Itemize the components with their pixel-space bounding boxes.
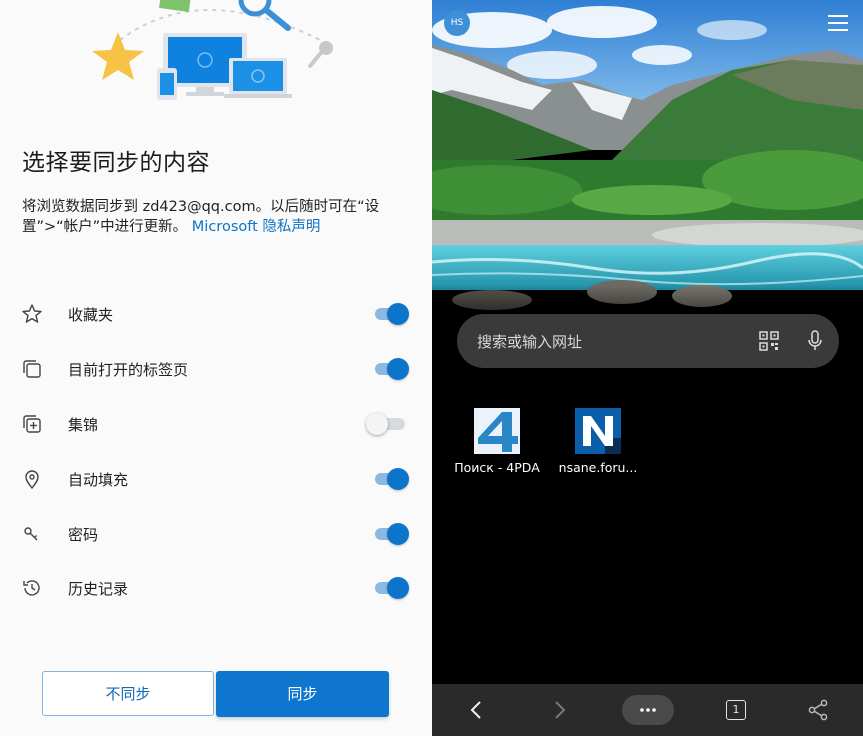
sync-option-passwords[interactable]: 密码 — [0, 514, 432, 554]
background-landscape-image — [432, 0, 863, 340]
favorites-toggle[interactable] — [373, 303, 409, 325]
tabs-icon — [23, 360, 41, 378]
more-icon — [640, 708, 656, 712]
sync-option-label: 收藏夹 — [68, 306, 114, 324]
star-outline-icon — [22, 304, 42, 323]
top-site-name: Поиск - 4PDA — [454, 460, 540, 475]
search-bar[interactable]: 搜索或输入网址 — [457, 314, 839, 368]
collections-toggle[interactable] — [366, 413, 409, 435]
top-site-tile[interactable]: Поиск - 4PDA — [442, 408, 552, 478]
sync-option-label: 集锦 — [68, 416, 99, 434]
autofill-toggle[interactable] — [373, 468, 409, 490]
more-button[interactable] — [622, 695, 674, 725]
tab-count-button[interactable]: 1 — [726, 700, 746, 720]
forward-icon[interactable] — [547, 698, 571, 722]
nsane-logo-icon — [575, 408, 621, 454]
location-pin-icon — [25, 470, 39, 490]
sync-description: 将浏览数据同步到 zd423@qq.com。以后随时可在“设置”>“帐户”中进行… — [22, 197, 417, 237]
share-icon[interactable] — [806, 698, 830, 722]
sync-option-history[interactable]: 历史记录 — [0, 568, 432, 608]
sync-option-label: 自动填充 — [68, 471, 129, 489]
sync-option-favorites[interactable]: 收藏夹 — [0, 294, 432, 334]
search-placeholder: 搜索或输入网址 — [477, 333, 583, 351]
4pda-logo-icon — [474, 408, 520, 454]
top-site-tile[interactable]: nsane.foru... — [543, 408, 653, 478]
bottom-toolbar: 1 — [432, 684, 863, 736]
history-toggle[interactable] — [373, 577, 409, 599]
sync-illustration — [92, 0, 333, 100]
top-site-name: nsane.foru... — [558, 460, 638, 475]
microphone-icon[interactable] — [807, 329, 823, 353]
privacy-statement-link[interactable]: Microsoft 隐私声明 — [192, 219, 321, 235]
key-icon — [24, 527, 38, 541]
sync-settings-panel: 选择要同步的内容 将浏览数据同步到 zd423@qq.com。以后随时可在“设置… — [0, 0, 432, 736]
qr-code-icon[interactable] — [759, 331, 779, 351]
sync-button[interactable]: 同步 — [216, 671, 389, 717]
sync-title: 选择要同步的内容 — [22, 150, 210, 176]
browser-new-tab-page: HS 搜索或输入网址 Поиск - 4PDA nsane.foru... 1 — [432, 0, 863, 736]
sync-option-label: 密码 — [68, 526, 99, 544]
sync-option-label: 历史记录 — [68, 580, 129, 598]
hamburger-menu-icon[interactable] — [826, 12, 850, 34]
sync-option-label: 目前打开的标签页 — [68, 361, 189, 379]
back-icon[interactable] — [465, 698, 489, 722]
collections-icon — [23, 415, 41, 433]
passwords-toggle[interactable] — [373, 523, 409, 545]
no-sync-button[interactable]: 不同步 — [42, 671, 214, 716]
profile-avatar[interactable]: HS — [444, 10, 470, 36]
sync-option-autofill[interactable]: 自动填充 — [0, 459, 432, 499]
history-icon — [23, 580, 40, 596]
open-tabs-toggle[interactable] — [373, 358, 409, 380]
sync-option-open-tabs[interactable]: 目前打开的标签页 — [0, 349, 432, 389]
sync-option-collections[interactable]: 集锦 — [0, 404, 432, 444]
